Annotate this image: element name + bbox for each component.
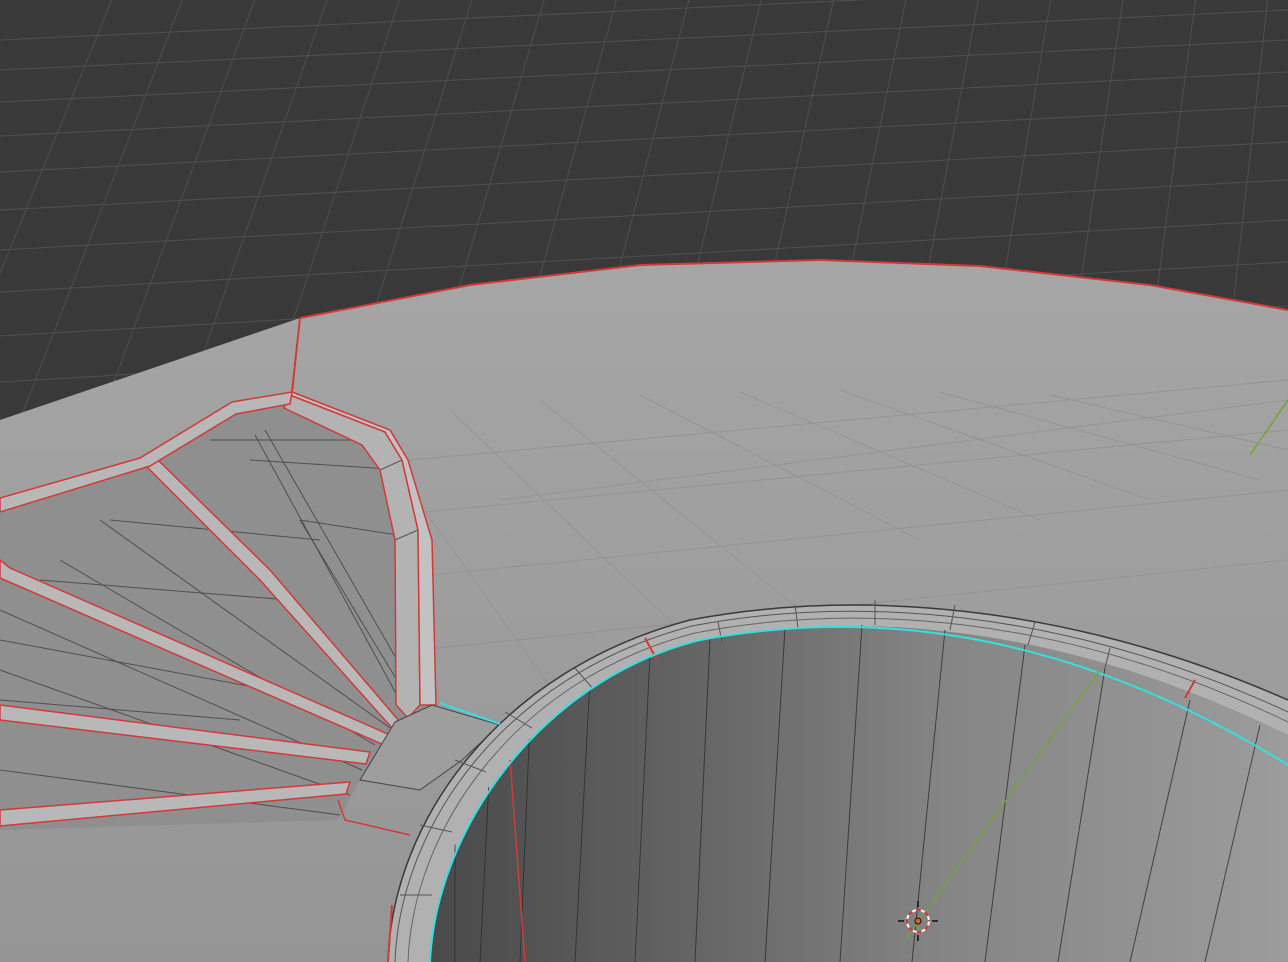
3d-viewport[interactable] [0, 0, 1288, 962]
